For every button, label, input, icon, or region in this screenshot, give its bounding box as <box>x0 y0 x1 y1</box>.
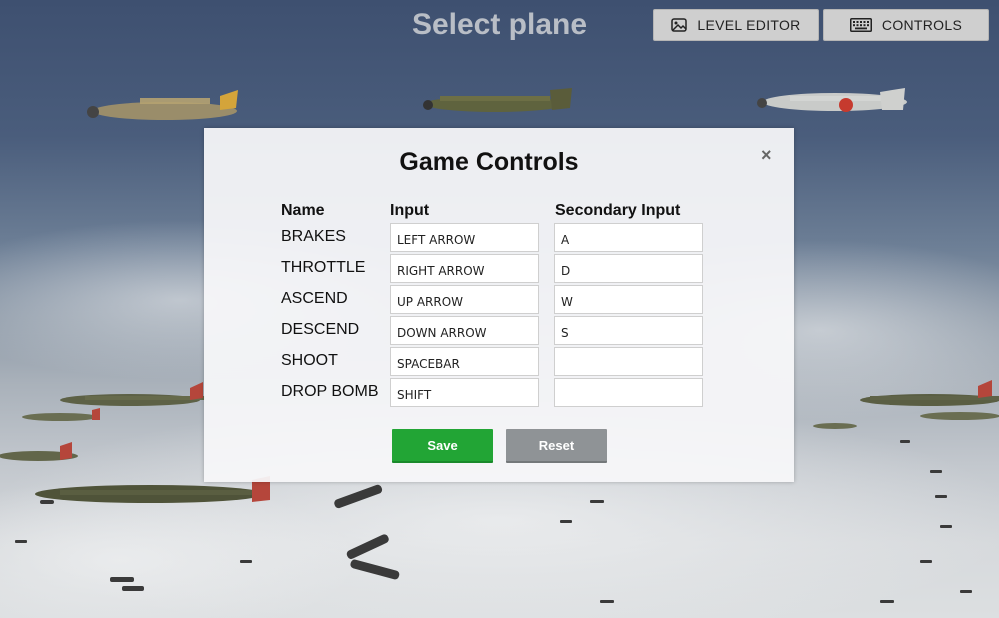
input-field[interactable]: UP ARROW <box>390 285 539 314</box>
image-icon <box>671 18 688 32</box>
input-field[interactable]: SHIFT <box>390 378 539 407</box>
bomber-left-1 <box>60 382 205 406</box>
reset-button[interactable]: Reset <box>506 429 607 463</box>
plane-messerschmitt[interactable] <box>87 90 238 120</box>
bomber-left-2 <box>22 408 100 421</box>
level-editor-button[interactable]: LEVEL EDITOR <box>653 9 819 41</box>
control-name-ascend: ASCEND <box>281 290 348 307</box>
modal-title: Game Controls <box>399 148 579 176</box>
input-field[interactable]: LEFT ARROW <box>390 223 539 252</box>
controls-button[interactable]: CONTROLS <box>823 9 989 41</box>
secondary-input-field[interactable]: D <box>554 254 703 283</box>
close-icon[interactable]: × <box>761 145 772 166</box>
control-name-drop-bomb: DROP BOMB <box>281 383 379 400</box>
control-name-shoot: SHOOT <box>281 352 338 369</box>
secondary-input-field[interactable]: W <box>554 285 703 314</box>
save-button[interactable]: Save <box>392 429 493 463</box>
control-name-descend: DESCEND <box>281 321 360 338</box>
control-name-brakes: BRAKES <box>281 228 346 245</box>
secondary-input-field[interactable] <box>554 347 703 376</box>
secondary-input-field[interactable]: S <box>554 316 703 345</box>
bomber-right-2 <box>920 412 999 420</box>
level-editor-label: LEVEL EDITOR <box>697 17 801 33</box>
header-secondary-input: Secondary Input <box>555 202 681 219</box>
secondary-input-field[interactable]: A <box>554 223 703 252</box>
header-input: Input <box>390 202 430 219</box>
bomber-right-3 <box>813 423 857 429</box>
control-name-throttle: THROTTLE <box>281 259 366 276</box>
plane-zero[interactable] <box>757 88 907 112</box>
keyboard-icon <box>849 18 872 32</box>
secondary-input-field[interactable] <box>554 378 703 407</box>
input-field[interactable]: RIGHT ARROW <box>390 254 539 283</box>
game-controls-modal: Game Controls × Name Input Secondary Inp… <box>204 128 794 482</box>
input-field[interactable]: DOWN ARROW <box>390 316 539 345</box>
plane-stuka[interactable] <box>423 88 572 112</box>
bomber-left-3 <box>0 442 78 461</box>
controls-label: CONTROLS <box>881 17 963 33</box>
header-name: Name <box>281 202 325 219</box>
input-field[interactable]: SPACEBAR <box>390 347 539 376</box>
